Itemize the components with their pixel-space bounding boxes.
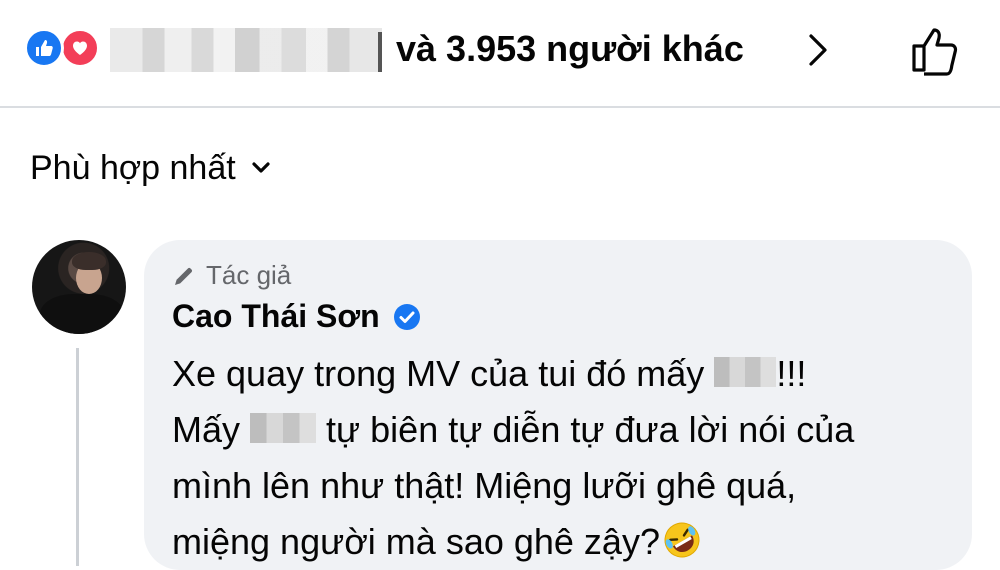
comment-line-1: Xe quay trong MV của tui đó mấy !!! — [172, 346, 952, 402]
chevron-right-icon[interactable] — [806, 30, 832, 70]
comment-text: Xe quay trong MV của tui đó mấy !!! Mấy … — [172, 346, 952, 570]
like-icon — [24, 28, 64, 68]
comment-line-1-end: !!! — [776, 353, 807, 394]
sort-label: Phù hợp nhất — [30, 148, 236, 187]
pencil-icon — [175, 267, 192, 285]
verified-icon — [393, 303, 420, 330]
like-button-thumb-icon[interactable] — [908, 22, 964, 78]
author-badge-label: Tác giả — [206, 260, 292, 290]
thread-line — [76, 348, 79, 566]
chevron-down-icon — [252, 162, 270, 173]
comment-line-4-text: miệng người mà sao ghê zậy? — [172, 521, 660, 562]
avatar[interactable] — [32, 240, 126, 334]
comment-line-4: miệng người mà sao ghê zậy? — [172, 514, 952, 570]
reaction-icons[interactable] — [24, 28, 106, 68]
comment-bubble: Tác giả Cao Thái Sơn Xe quay trong MV củ… — [144, 240, 972, 570]
love-icon — [60, 28, 100, 68]
avatar-hair — [72, 252, 106, 270]
commenter-name[interactable]: Cao Thái Sơn — [172, 298, 380, 335]
censored-word — [714, 357, 777, 388]
reactions-summary[interactable]: và 3.953 người khác — [396, 26, 744, 72]
comment-line-2-end: tự biên tự diễn tự đưa lời nói của — [326, 409, 855, 450]
avatar-body — [40, 294, 124, 334]
comment-line-1-start: Xe quay trong MV của tui đó mấy — [172, 353, 705, 394]
comment-line-2-start: Mấy — [172, 409, 241, 450]
comment-line-3: mình lên như thật! Miệng lưỡi ghê quá, — [172, 465, 797, 506]
comment-line-2: Mấy tự biên tự diễn tự đưa lời nói của — [172, 402, 952, 458]
blurred-names-edge — [378, 32, 382, 72]
blurred-names — [110, 28, 382, 72]
author-badge: Tác giả — [172, 260, 291, 291]
rofl-emoji-icon — [664, 522, 700, 558]
comment-sort-dropdown[interactable]: Phù hợp nhất — [30, 146, 272, 190]
commenter: Cao Thái Sơn — [172, 298, 422, 335]
censored-word — [250, 413, 317, 444]
reactions-bar[interactable]: và 3.953 người khác — [0, 0, 1000, 108]
